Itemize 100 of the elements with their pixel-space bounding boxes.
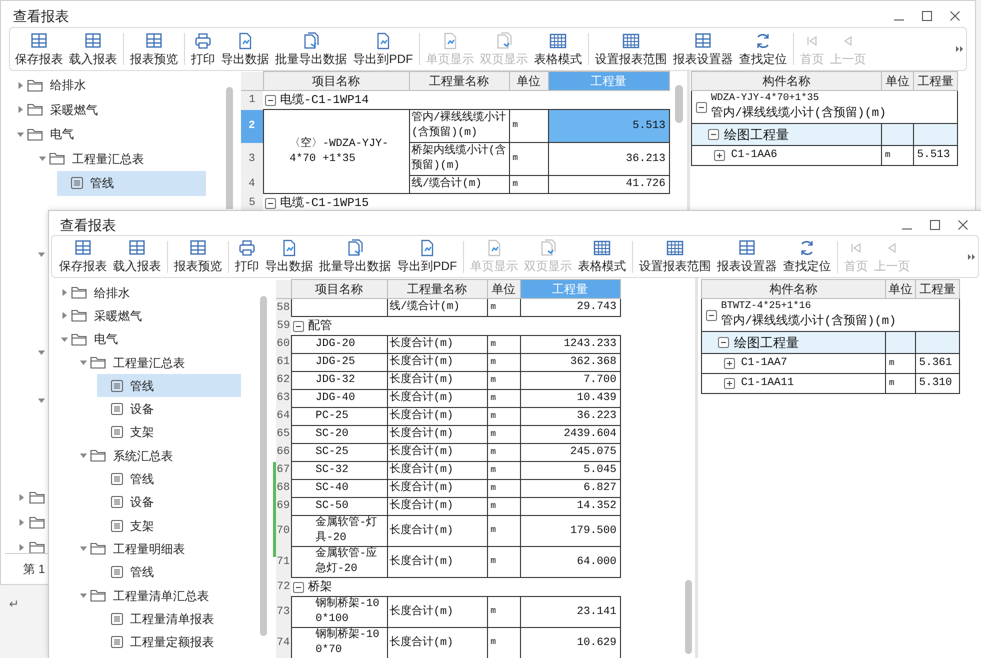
collapse-icon[interactable] [265,94,276,106]
scrollbar[interactable] [226,87,233,209]
tree-item[interactable]: 工程量汇总表 [35,146,206,171]
tree-item[interactable]: 采暖燃气 [57,304,241,328]
toolbar-button[interactable]: 表格模式 [575,236,629,276]
collapse-icon[interactable] [708,129,719,140]
toolbar-button[interactable]: 批量导出数据 [272,29,350,69]
tree-item[interactable]: 给排水 [57,281,241,304]
tree-item[interactable]: 工程量清单汇总表 [76,584,241,608]
expanded-arrow-icon[interactable] [38,397,45,404]
collapse-icon[interactable] [706,310,717,320]
toolbar-button[interactable]: 表格模式 [531,29,585,69]
tree-item[interactable]: 工程量明细表 [76,537,241,561]
tree-item[interactable]: 支架 [97,420,241,444]
collapse-icon[interactable] [293,582,304,592]
collapse-icon[interactable] [293,320,304,332]
toolbar-button[interactable]: 保存报表 [12,29,66,69]
folder-icon [71,286,87,300]
expanded-arrow-icon[interactable] [80,592,86,599]
double-chevron-icon[interactable] [956,46,964,52]
scrollbar[interactable] [685,580,692,654]
toolbar-button[interactable]: 保存报表 [56,236,110,276]
group-label: 配管 [308,318,332,335]
tree-item[interactable]: 支架 [97,514,241,538]
table-icon [622,32,640,50]
tree-item[interactable]: 工程量汇总表 [76,350,241,374]
folder-icon [90,449,106,462]
scrollbar[interactable] [260,296,267,636]
collapse-icon[interactable] [265,198,276,208]
toolbar-button[interactable]: 查找定位 [736,29,790,69]
tree-item[interactable]: 电气 [13,122,206,146]
expanded-arrow-icon[interactable] [80,359,86,366]
maximize-icon[interactable] [929,219,941,231]
tree-item[interactable]: 电气 [57,328,241,351]
tree-item[interactable]: 管线 [97,560,241,584]
toolbar-button[interactable]: 批量导出数据 [316,236,394,276]
tree-item[interactable]: 管线 [97,467,241,491]
column-header: 单位 [882,72,914,90]
table-cell: 7.700 [520,372,620,390]
column-header: 单位 [487,280,520,298]
expand-icon[interactable] [724,358,735,369]
collapse-icon[interactable] [696,102,707,112]
toolbar-button[interactable]: 报表设置器 [670,29,736,69]
toolbar-button[interactable]: 报表设置器 [714,236,780,276]
collapsed-arrow-icon[interactable] [60,312,68,320]
column-header: 工程量 [548,72,669,90]
toolbar-button[interactable]: 导出数据 [218,29,272,69]
quantity-name: 管内/裸线线缆小计(含预留)(m) [711,105,886,121]
toolbar-button[interactable]: 导出到PDF [394,236,460,276]
tree-item[interactable]: 采暖燃气 [13,98,206,122]
toolbar-button[interactable]: 导出数据 [262,236,316,276]
collapsed-arrow-icon[interactable] [18,544,25,551]
expanded-arrow-icon[interactable] [38,155,46,162]
tree-item[interactable]: 设备 [97,490,241,514]
toolbar-button[interactable]: 报表预览 [127,29,181,69]
tree-item[interactable]: 设备 [97,397,241,421]
close-icon[interactable] [949,10,961,22]
scrollbar[interactable] [675,85,683,123]
toolbar-button[interactable]: 载入报表 [66,29,120,69]
toolbar-button[interactable]: 导出到PDF [350,29,416,69]
expanded-arrow-icon[interactable] [16,130,24,138]
expand-icon[interactable] [724,378,735,389]
tree-item[interactable]: 工程量定额报表 [97,630,241,654]
collapsed-arrow-icon[interactable] [16,82,24,89]
double-chevron-icon[interactable] [968,254,976,260]
maximize-icon[interactable] [921,10,933,22]
toolbar-button[interactable]: 打印 [188,29,218,69]
toolbar-button[interactable]: 打印 [232,236,262,276]
expanded-arrow-icon[interactable] [38,349,45,356]
table-cell: 长度合计(m) [387,372,487,390]
close-icon[interactable] [957,219,969,231]
tree-item[interactable]: 给排水 [13,73,206,98]
tree-item[interactable]: 管线 [57,171,206,196]
expanded-arrow-icon[interactable] [38,251,45,258]
row-number: 70 [276,516,291,546]
expanded-arrow-icon[interactable] [80,545,86,552]
toolbar-button[interactable]: 设置报表范围 [592,29,670,69]
folder-icon [71,309,87,322]
toolbar-button[interactable]: 查找定位 [780,236,834,276]
row-number: 61 [276,354,291,372]
expanded-arrow-icon[interactable] [80,452,86,460]
toolbar-button[interactable]: 载入报表 [110,236,164,276]
tree-item[interactable]: 工程量清单报表 [97,607,241,630]
table-cell: 362.368 [520,354,620,372]
collapsed-arrow-icon[interactable] [18,494,25,501]
table-cell: 桥架内线缆小计(含预留)(m) [409,142,509,176]
expand-icon[interactable] [714,150,725,161]
page-label: 第 1 [23,561,46,578]
toolbar-button[interactable]: 设置报表范围 [636,236,714,276]
tree-item[interactable]: 管线 [97,374,241,398]
row-number: 68 [276,480,291,498]
tree-item[interactable]: 系统汇总表 [76,444,241,468]
collapse-icon[interactable] [718,337,729,348]
toolbar-button[interactable]: 报表预览 [171,236,225,276]
list-icon [111,636,123,648]
collapsed-arrow-icon[interactable] [60,289,68,296]
expanded-arrow-icon[interactable] [60,336,68,343]
collapsed-arrow-icon[interactable] [16,106,24,114]
folder-icon [29,541,45,554]
collapsed-arrow-icon[interactable] [18,519,25,526]
